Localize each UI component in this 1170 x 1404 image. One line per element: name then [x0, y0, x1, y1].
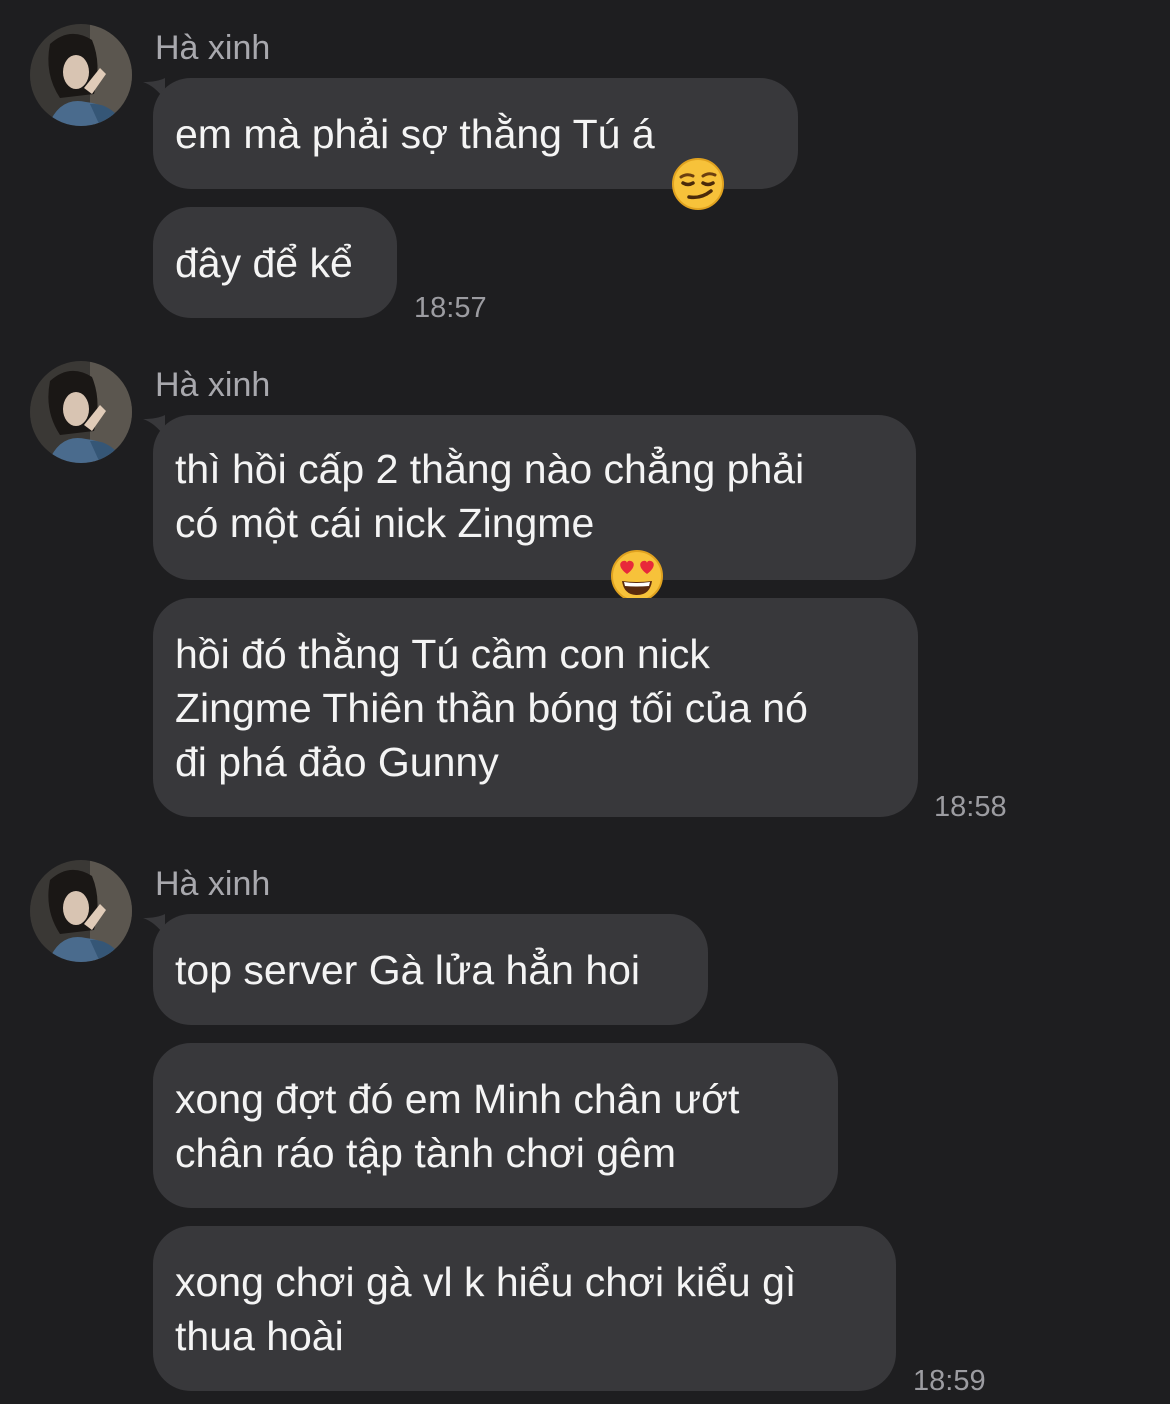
avatar[interactable]	[30, 860, 132, 962]
message-text: top server Gà lửa hẳn hoi	[175, 946, 641, 993]
message-bubble[interactable]: đây để kể	[153, 207, 397, 318]
message-text: thì hồi cấp 2 thằng nào chẳng phải có mộ…	[175, 445, 805, 546]
message-bubble[interactable]: xong chơi gà vl k hiểu chơi kiểu gì thua…	[153, 1226, 896, 1391]
timestamp: 18:57	[414, 292, 487, 324]
message-bubble[interactable]: em mà phải sợ thằng Tú á	[153, 78, 798, 210]
timestamp: 18:58	[934, 791, 1007, 823]
message-bubble[interactable]: hồi đó thằng Tú cầm con nick Zingme Thiê…	[153, 598, 918, 817]
smirking-face-icon	[671, 103, 725, 210]
sender-name: Hà xinh	[155, 366, 271, 404]
message-bubble[interactable]: top server Gà lửa hẳn hoi	[153, 914, 708, 1025]
avatar[interactable]	[30, 361, 132, 463]
message-text: xong đợt đó em Minh chân ướt chân ráo tậ…	[175, 1075, 740, 1176]
timestamp: 18:59	[913, 1365, 986, 1397]
message-text: hồi đó thằng Tú cầm con nick Zingme Thiê…	[175, 630, 808, 785]
avatar[interactable]	[30, 24, 132, 126]
sender-name: Hà xinh	[155, 865, 271, 903]
sender-name: Hà xinh	[155, 29, 271, 67]
message-bubble[interactable]: xong đợt đó em Minh chân ướt chân ráo tậ…	[153, 1043, 838, 1208]
message-text: xong chơi gà vl k hiểu chơi kiểu gì thua…	[175, 1258, 797, 1359]
heart-eyes-face-icon	[610, 495, 664, 603]
message-text: đây để kể	[175, 239, 353, 286]
message-bubble[interactable]: thì hồi cấp 2 thằng nào chẳng phải có mộ…	[153, 415, 916, 603]
message-text: em mà phải sợ thằng Tú á	[175, 110, 655, 157]
